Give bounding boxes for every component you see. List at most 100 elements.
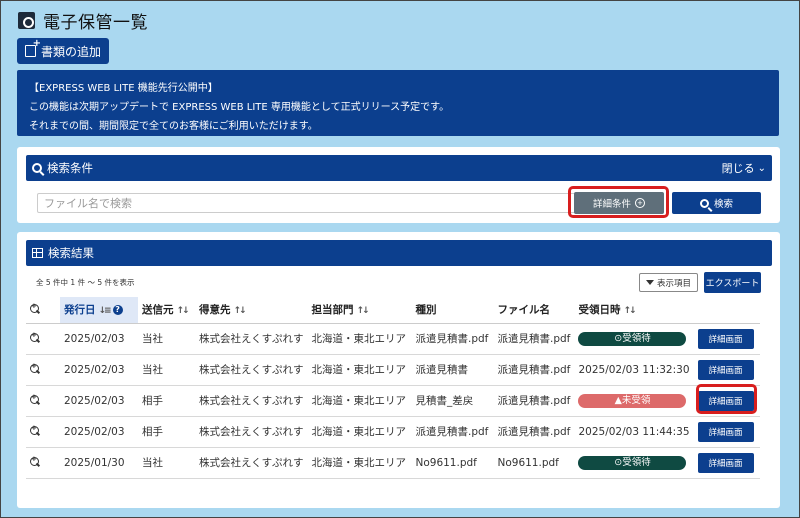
cell-action: 詳細画面 bbox=[693, 323, 760, 355]
cell-client: 株式会社えくすぷれす bbox=[195, 323, 308, 355]
search-panel: 検索条件 閉じる ⌄ 詳細条件 + 検索 bbox=[17, 147, 780, 223]
cell-date: 2025/02/03 bbox=[60, 323, 138, 355]
sort-icon: ↑↓ bbox=[233, 306, 247, 317]
zoom-icon[interactable] bbox=[30, 362, 39, 373]
cell-received: 2025/02/03 11:32:30 bbox=[574, 354, 694, 386]
notice-line-3: それまでの間、期間限定で全てのお客様にご利用いただけます。 bbox=[29, 121, 318, 132]
column-header-sender[interactable]: 送信元 ↑↓ bbox=[138, 297, 195, 324]
column-header-file: ファイル名 bbox=[493, 297, 575, 324]
cell-file: 派遣見積書.pdf bbox=[493, 323, 575, 355]
status-badge-unreceived: ▲未受領 bbox=[578, 393, 687, 408]
column-header-received-label: 受領日時 bbox=[578, 304, 621, 317]
sort-icon: ↑↓ bbox=[623, 306, 636, 317]
search-panel-title: 検索条件 bbox=[47, 161, 93, 175]
cell-file: 派遣見積書.pdf bbox=[493, 385, 575, 417]
cell-sender: 当社 bbox=[138, 323, 195, 355]
row-zoom-cell[interactable] bbox=[26, 385, 60, 417]
column-header-dept[interactable]: 担当部門 ↑↓ bbox=[307, 297, 412, 324]
sort-icon: ↑↓ bbox=[176, 306, 190, 317]
cell-client: 株式会社えくすぷれす bbox=[195, 447, 308, 479]
cell-received: ⊙受領待 bbox=[574, 323, 694, 355]
column-header-file-label: ファイル名 bbox=[497, 304, 550, 317]
cell-type: No9611.pdf bbox=[411, 447, 494, 479]
cell-received: ⊙受領待 bbox=[574, 447, 694, 479]
search-icon bbox=[32, 163, 42, 173]
display-columns-label: 表示項目 bbox=[656, 277, 691, 288]
search-button[interactable]: 検索 bbox=[672, 192, 761, 214]
help-icon[interactable]: ? bbox=[112, 305, 123, 316]
cell-client: 株式会社えくすぷれす bbox=[195, 354, 308, 386]
cell-sender: 当社 bbox=[138, 447, 195, 479]
row-zoom-cell[interactable] bbox=[26, 354, 60, 386]
storage-icon bbox=[18, 12, 35, 29]
zoom-icon bbox=[30, 302, 39, 313]
collapse-button[interactable]: 閉じる ⌄ bbox=[722, 160, 766, 176]
cell-date: 2025/01/30 bbox=[60, 447, 138, 479]
result-count: 全 5 件中 1 件 ～ 5 件を表示 bbox=[36, 278, 135, 287]
zoom-icon[interactable] bbox=[30, 331, 39, 342]
search-icon bbox=[699, 198, 709, 208]
zoom-icon[interactable] bbox=[30, 393, 39, 404]
table-icon bbox=[32, 248, 43, 258]
cell-date: 2025/02/03 bbox=[60, 416, 138, 448]
column-header-type-label: 種別 bbox=[415, 304, 437, 317]
cell-type: 派遣見積書.pdf bbox=[411, 323, 494, 355]
column-header-date[interactable]: 発行日 ↓≡? bbox=[60, 297, 138, 324]
table-row: 2025/02/03 当社 株式会社えくすぷれす 北海道・東北エリア 派遣見積書… bbox=[26, 354, 760, 386]
column-header-dept-label: 担当部門 bbox=[311, 304, 354, 317]
row-zoom-cell[interactable] bbox=[26, 447, 60, 479]
cell-received: 2025/02/03 11:44:35 bbox=[574, 416, 694, 448]
notice-banner: 【EXPRESS WEB LITE 機能先行公開中】 この機能は次期アップデート… bbox=[17, 70, 779, 136]
notice-line-2: この機能は次期アップデートで EXPRESS WEB LITE 専用機能として正… bbox=[29, 102, 450, 113]
highlight-box-detail-view bbox=[696, 384, 757, 414]
cell-type: 派遣見積書.pdf bbox=[411, 416, 494, 448]
detail-view-button[interactable]: 詳細画面 bbox=[697, 452, 754, 473]
row-zoom-cell[interactable] bbox=[26, 323, 60, 355]
row-zoom-cell[interactable] bbox=[26, 416, 60, 448]
cell-dept: 北海道・東北エリア bbox=[307, 385, 412, 417]
cell-file: 派遣見積書.pdf bbox=[493, 416, 575, 448]
highlight-box-detail-conditions bbox=[568, 186, 669, 218]
collapse-label: 閉じる bbox=[721, 162, 755, 175]
detail-view-button[interactable]: 詳細画面 bbox=[697, 359, 754, 380]
cell-dept: 北海道・東北エリア bbox=[307, 447, 412, 479]
export-button[interactable]: エクスポート bbox=[704, 272, 761, 293]
cell-dept: 北海道・東北エリア bbox=[307, 354, 412, 386]
cell-dept: 北海道・東北エリア bbox=[307, 416, 412, 448]
results-panel-title: 検索結果 bbox=[48, 246, 94, 260]
results-table: 発行日↓≡? 送信元↑↓ 得意先↑↓ 担当部門↑↓ 種別 ファイル名 受領日時↑… bbox=[26, 297, 760, 479]
column-header-received[interactable]: 受領日時 ↑↓ bbox=[574, 297, 694, 324]
zoom-icon[interactable] bbox=[30, 455, 39, 466]
cell-action: 詳細画面 bbox=[693, 354, 760, 386]
column-header-action bbox=[693, 297, 760, 324]
page-title: 電子保管一覧 bbox=[18, 8, 148, 33]
results-panel-header: 検索結果 bbox=[26, 240, 772, 266]
cell-client: 株式会社えくすぷれす bbox=[195, 416, 308, 448]
page-title-text: 電子保管一覧 bbox=[43, 13, 148, 33]
cell-sender: 当社 bbox=[138, 354, 195, 386]
table-row: 2025/02/03 当社 株式会社えくすぷれす 北海道・東北エリア 派遣見積書… bbox=[26, 323, 760, 355]
notice-line-1: 【EXPRESS WEB LITE 機能先行公開中】 bbox=[29, 83, 218, 94]
column-header-type: 種別 bbox=[411, 297, 494, 324]
detail-view-button[interactable]: 詳細画面 bbox=[697, 421, 754, 442]
add-document-icon bbox=[24, 38, 41, 57]
add-document-button[interactable]: 書類の追加 bbox=[17, 38, 109, 64]
cell-action: 詳細画面 bbox=[693, 416, 760, 448]
filter-icon bbox=[645, 280, 654, 285]
results-panel: 検索結果 全 5 件中 1 件 ～ 5 件を表示 表示項目 エクスポート 発行日… bbox=[17, 232, 780, 508]
column-header-sender-label: 送信元 bbox=[142, 304, 174, 317]
file-name-search-input[interactable] bbox=[37, 193, 583, 213]
detail-view-button[interactable]: 詳細画面 bbox=[697, 328, 754, 349]
chevron-down-icon: ⌄ bbox=[757, 162, 766, 174]
cell-dept: 北海道・東北エリア bbox=[307, 323, 412, 355]
sort-icon: ↑↓ bbox=[356, 306, 369, 317]
cell-file: No9611.pdf bbox=[493, 447, 575, 479]
display-columns-button[interactable]: 表示項目 bbox=[639, 273, 698, 292]
cell-date: 2025/02/03 bbox=[60, 385, 138, 417]
column-header-client[interactable]: 得意先 ↑↓ bbox=[195, 297, 308, 324]
cell-file: 派遣見積書.pdf bbox=[493, 354, 575, 386]
column-header-date-label: 発行日 bbox=[64, 304, 96, 317]
zoom-icon[interactable] bbox=[30, 424, 39, 435]
search-button-label: 検索 bbox=[713, 199, 733, 210]
cell-client: 株式会社えくすぷれす bbox=[195, 385, 308, 417]
